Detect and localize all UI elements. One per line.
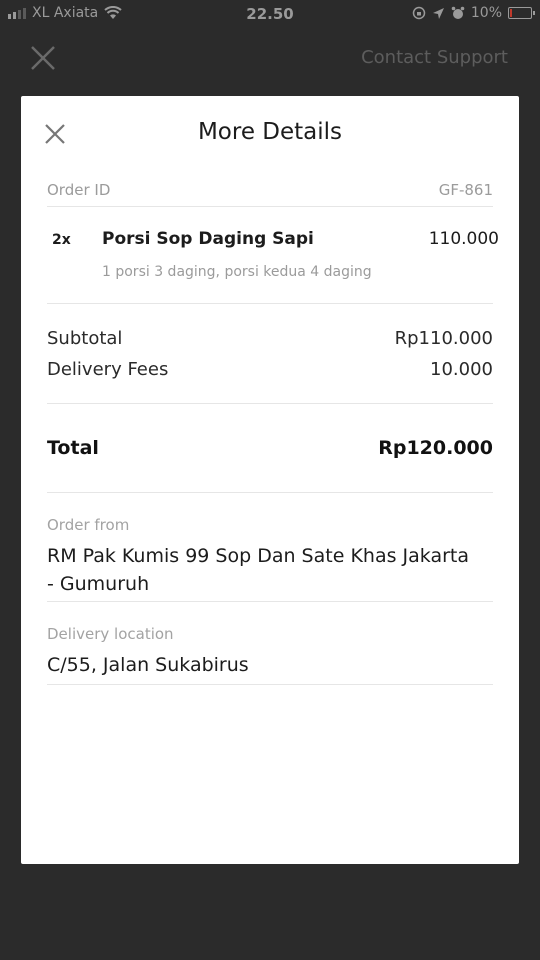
divider <box>47 303 493 304</box>
alarm-icon <box>451 6 465 19</box>
delivery-fees-value: 10.000 <box>430 359 493 380</box>
total-value: Rp120.000 <box>378 437 493 459</box>
item-note: 1 porsi 3 daging, porsi kedua 4 daging <box>102 264 372 280</box>
delivery-fees-label: Delivery Fees <box>47 359 169 380</box>
order-id-value: GF-861 <box>438 181 493 199</box>
order-id-label: Order ID <box>47 181 111 199</box>
total-label: Total <box>47 437 99 459</box>
battery-icon <box>508 7 535 19</box>
item-price: 110.000 <box>428 229 499 249</box>
divider <box>47 492 493 493</box>
battery-percent: 10% <box>470 5 502 21</box>
battery-level <box>510 9 512 17</box>
item-name: Porsi Sop Daging Sapi <box>102 229 314 249</box>
status-bar: XL Axiata 22.50 10% <box>0 0 540 28</box>
delivery-location-label: Delivery location <box>47 625 174 643</box>
divider <box>47 684 493 685</box>
modal-title: More Details <box>197 119 343 145</box>
more-details-modal: More Details Order ID GF-861 2x Porsi So… <box>21 96 519 864</box>
subtotal-label: Subtotal <box>47 328 123 349</box>
order-from-value: RM Pak Kumis 99 Sop Dan Sate Khas Jakart… <box>47 545 469 595</box>
divider <box>47 601 493 602</box>
status-right: 10% <box>412 5 535 21</box>
subtotal-value: Rp110.000 <box>394 328 493 349</box>
divider <box>47 206 493 207</box>
delivery-location-value: C/55, Jalan Sukabirus <box>47 654 249 676</box>
order-from-label: Order from <box>47 516 130 534</box>
item-quantity: 2x <box>52 232 71 248</box>
divider <box>47 403 493 404</box>
close-icon[interactable] <box>28 43 58 73</box>
rotation-lock-icon <box>412 6 426 20</box>
contact-support-link[interactable]: Contact Support <box>361 47 508 68</box>
location-arrow-icon <box>432 7 444 19</box>
